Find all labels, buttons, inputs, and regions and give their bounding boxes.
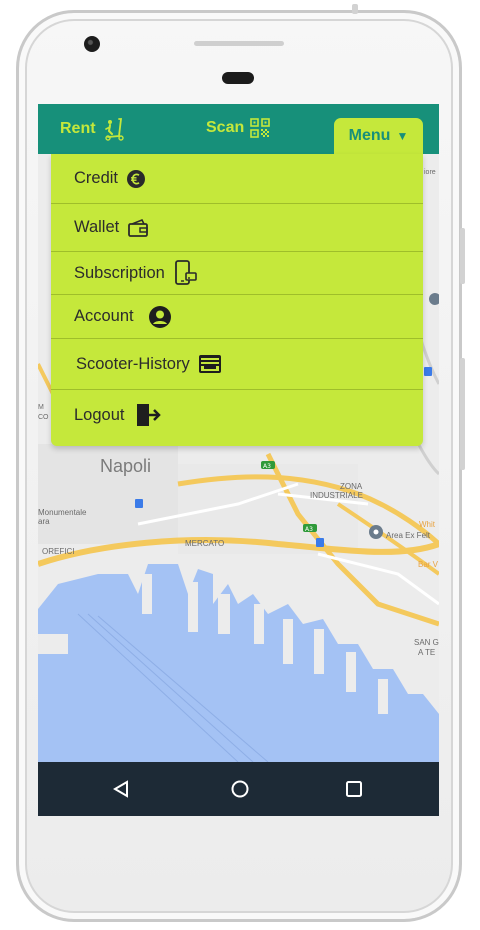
tab-rent[interactable]: Rent [60, 116, 128, 142]
menu-item-wallet[interactable]: Wallet [51, 204, 423, 252]
system-nav-bar [38, 762, 439, 816]
earpiece-speaker [194, 41, 284, 46]
map-label-ate: A TE [418, 648, 435, 657]
phone-card-icon [173, 260, 199, 286]
map-label-orefici: OREFICI [42, 547, 74, 556]
history-card-icon [198, 354, 222, 374]
map-label-area-ex: Area Ex Felt [386, 531, 431, 540]
menu-item-scooter-history[interactable]: Scooter-History [51, 339, 423, 390]
menu-item-credit[interactable]: Credit [51, 154, 423, 204]
top-button [352, 4, 358, 14]
power-button [460, 358, 465, 470]
sensor [222, 72, 254, 84]
volume-button [460, 228, 465, 284]
user-circle-icon [148, 305, 172, 329]
map-label-white: Whit [419, 520, 436, 529]
map-label-m: M [38, 404, 44, 411]
menu-item-subscription-label: Subscription [74, 263, 165, 282]
map-label-bar: Bar V [418, 560, 439, 569]
map-label-fiore: iore [424, 169, 436, 176]
map-label-co: CO [38, 414, 49, 421]
menu-item-credit-label: Credit [74, 169, 119, 187]
map-label-a3-2: A3 [305, 526, 313, 533]
wallet-icon [127, 218, 149, 238]
tab-rent-label: Rent [60, 120, 96, 137]
caret-down-icon: ▼ [396, 129, 409, 143]
map-label-san: SAN G [414, 638, 439, 647]
menu-item-logout-label: Logout [74, 405, 125, 424]
screen: A3 A3 Napoli ZONA INDUSTRIALE MERCATO Mo… [38, 104, 439, 816]
app-bar: Rent Scan Menu ▼ [38, 104, 439, 154]
euro-coin-icon [126, 169, 146, 189]
back-icon[interactable] [108, 776, 134, 802]
tab-scan-label: Scan [206, 119, 245, 136]
menu-item-subscription[interactable]: Subscription [51, 252, 423, 295]
menu-item-scooter-history-label: Scooter-History [76, 354, 190, 373]
map-label-ara: ara [38, 517, 50, 526]
menu-button-label: Menu [348, 127, 391, 144]
front-camera [84, 36, 100, 52]
menu-button[interactable]: Menu ▼ [334, 118, 423, 154]
map-label-a3-1: A3 [263, 463, 271, 470]
menu-item-logout[interactable]: Logout [51, 390, 423, 440]
qr-code-icon [250, 118, 271, 138]
recent-apps-icon[interactable] [341, 776, 367, 802]
dropdown-menu: Credit Wallet Subscription Account Scoot… [51, 154, 423, 446]
scooter-icon [102, 116, 128, 142]
menu-item-account[interactable]: Account [51, 295, 423, 339]
logout-icon [136, 403, 162, 427]
map-label-mercato: MERCATO [185, 539, 224, 548]
menu-item-wallet-label: Wallet [74, 218, 120, 236]
menu-item-account-label: Account [74, 307, 134, 325]
home-icon[interactable] [227, 776, 253, 802]
map-label-napoli: Napoli [100, 456, 151, 476]
map-label-industriale: INDUSTRIALE [310, 491, 363, 500]
map-label-monumentale: Monumentale [38, 508, 87, 517]
map-label-zona: ZONA [340, 482, 363, 491]
tab-scan[interactable]: Scan [206, 118, 271, 138]
